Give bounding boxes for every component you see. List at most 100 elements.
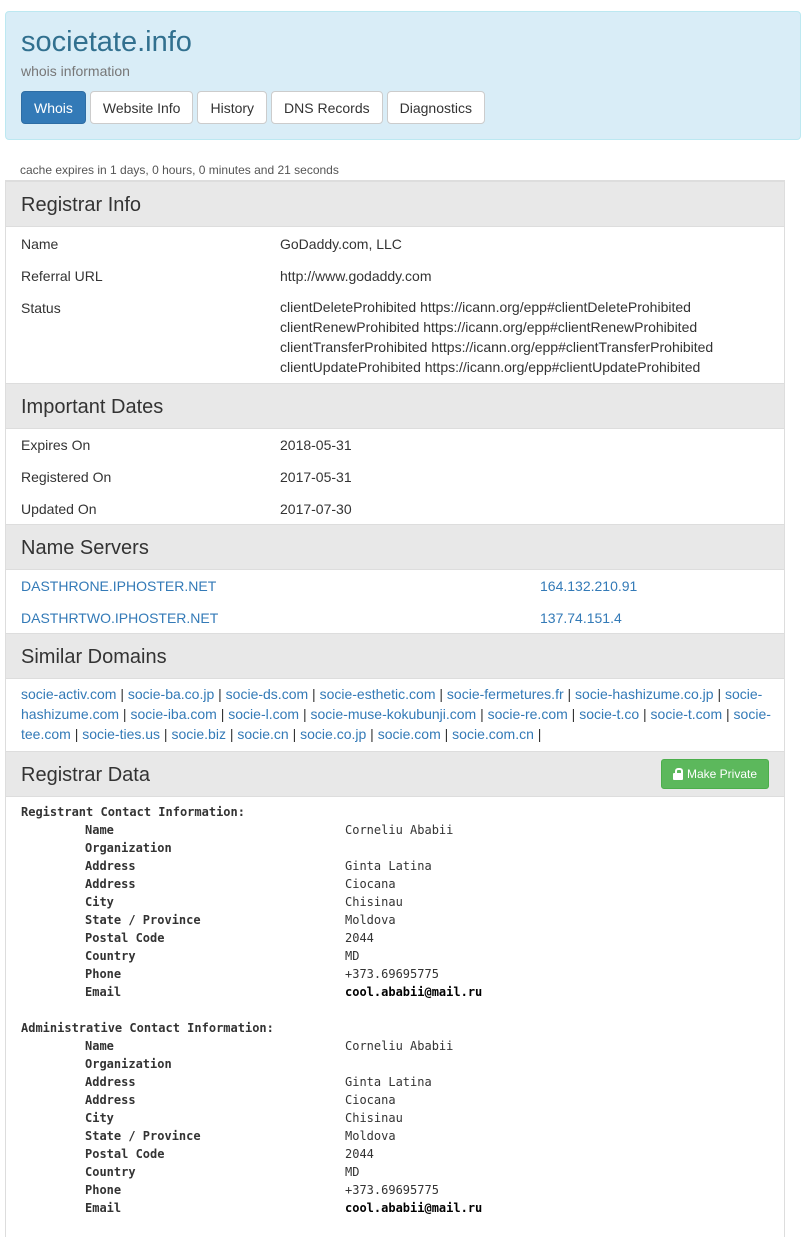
status-label: Status (21, 300, 61, 316)
separator: | (70, 726, 83, 742)
cache-note: cache expires in 1 days, 0 hours, 0 minu… (20, 163, 339, 177)
similar-domain-link[interactable]: socie-t.co (579, 706, 639, 722)
contact-field-label: State / Province (85, 1129, 201, 1143)
contact-field-label: Address (85, 1075, 136, 1089)
referral-url-label: Referral URL (21, 268, 103, 284)
contact-field-label: Email (85, 985, 122, 999)
similar-domain-link[interactable]: socie.com.cn (452, 726, 534, 742)
contact-field-label: Name (85, 823, 114, 837)
contact-field-value: Chisinau (345, 895, 403, 909)
tab-dns-records[interactable]: DNS Records (271, 91, 383, 124)
similar-domain-link[interactable]: socie.co.jp (300, 726, 366, 742)
contact-field-value: Ciocana (345, 877, 396, 891)
separator: | (299, 706, 311, 722)
separator: | (639, 706, 651, 722)
separator: | (116, 686, 128, 702)
separator: | (567, 706, 580, 722)
separator: | (308, 686, 320, 702)
nav-tabs: Whois Website Info History DNS Records D… (21, 91, 485, 124)
registrar-info-heading: Registrar Info (21, 194, 142, 216)
tab-diagnostics[interactable]: Diagnostics (386, 91, 485, 124)
similar-domains-header: Similar Domains (6, 633, 784, 679)
registrant-contact-title: Registrant Contact Information: (21, 805, 245, 819)
name-server-ip-link[interactable]: 164.132.210.91 (540, 578, 637, 594)
registered-value: 2017-05-31 (280, 469, 352, 485)
updated-label: Updated On (21, 501, 97, 517)
name-server-link[interactable]: DASTHRONE.IPHOSTER.NET (21, 578, 216, 594)
contact-field-label: State / Province (85, 913, 201, 927)
name-value: GoDaddy.com, LLC (280, 236, 402, 252)
tab-website-info[interactable]: Website Info (89, 91, 194, 124)
site-header: societate.info whois information Whois W… (5, 11, 801, 140)
contact-email-value: cool.ababii@mail.ru (345, 985, 483, 999)
name-servers-header: Name Servers (6, 524, 784, 570)
similar-domain-link[interactable]: socie-ba.co.jp (128, 686, 214, 702)
similar-domain-link[interactable]: socie.cn (237, 726, 288, 742)
similar-domain-link[interactable]: socie-ties.us (82, 726, 160, 742)
contact-field-value: 2044 (345, 931, 374, 945)
similar-domain-link[interactable]: socie-iba.com (130, 706, 216, 722)
name-servers-heading: Name Servers (21, 537, 149, 559)
similar-domain-link[interactable]: socie-fermetures.fr (447, 686, 564, 702)
similar-domains-heading: Similar Domains (21, 646, 167, 668)
similar-domain-link[interactable]: socie-l.com (228, 706, 299, 722)
contact-field-label: Phone (85, 967, 122, 981)
similar-domain-link[interactable]: socie-esthetic.com (320, 686, 436, 702)
contact-field-label: Email (85, 1201, 122, 1215)
separator: | (440, 726, 453, 742)
contact-field-label: Postal Code (85, 1147, 165, 1161)
site-title[interactable]: societate.info (21, 26, 192, 59)
contact-field-value: Ginta Latina (345, 1075, 432, 1089)
status-values: clientDeleteProhibited https://icann.org… (280, 297, 713, 377)
similar-domain-link[interactable]: socie-re.com (488, 706, 568, 722)
similar-domains-list: socie-activ.com | socie-ba.co.jp | socie… (21, 684, 771, 744)
contact-field-value: 2044 (345, 1147, 374, 1161)
separator: | (563, 686, 576, 702)
status-value: clientUpdateProhibited https://icann.org… (280, 359, 701, 375)
important-dates-header: Important Dates (6, 383, 784, 429)
make-private-button[interactable]: Make Private (661, 759, 769, 789)
contact-field-value: Corneliu Ababii (345, 823, 454, 837)
contact-field-label: Address (85, 859, 136, 873)
contact-field-value: Moldova (345, 913, 396, 927)
contact-field-label: Address (85, 877, 136, 891)
referral-url-value: http://www.godaddy.com (280, 268, 432, 284)
contact-field-label: City (85, 1111, 114, 1125)
separator: | (476, 706, 488, 722)
contact-field-label: Organization (85, 1057, 172, 1071)
status-value: clientTransferProhibited https://icann.o… (280, 339, 714, 355)
similar-domain-link[interactable]: socie-hashizume.co.jp (575, 686, 714, 702)
name-server-ip-link[interactable]: 137.74.151.4 (540, 610, 622, 626)
separator: | (435, 686, 447, 702)
separator: | (160, 726, 172, 742)
similar-domain-link[interactable]: socie.biz (171, 726, 225, 742)
contact-field-value: Ginta Latina (345, 859, 432, 873)
administrative-contact-title: Administrative Contact Information: (21, 1021, 274, 1035)
tab-history[interactable]: History (197, 91, 268, 124)
expires-value: 2018-05-31 (280, 437, 352, 453)
contact-field-label: Name (85, 1039, 114, 1053)
separator: | (533, 726, 542, 742)
similar-domain-link[interactable]: socie-ds.com (226, 686, 308, 702)
whois-panel: Registrar Info Name GoDaddy.com, LLC Ref… (5, 180, 785, 1237)
similar-domain-link[interactable]: socie-muse-kokubunji.com (310, 706, 476, 722)
contact-email-value: cool.ababii@mail.ru (345, 1201, 483, 1215)
contact-field-label: Phone (85, 1183, 122, 1197)
name-label: Name (21, 236, 59, 252)
contact-field-value: Corneliu Ababii (345, 1039, 454, 1053)
similar-domain-link[interactable]: socie-t.com (651, 706, 723, 722)
contact-field-value: MD (345, 949, 360, 963)
site-subtitle: whois information (21, 63, 130, 79)
tab-whois[interactable]: Whois (21, 91, 86, 124)
contact-field-label: Organization (85, 841, 172, 855)
separator: | (214, 686, 226, 702)
make-private-label: Make Private (686, 767, 758, 781)
contact-field-value: +373.69695775 (345, 967, 439, 981)
separator: | (225, 726, 238, 742)
contact-field-value: Moldova (345, 1129, 396, 1143)
separator: | (288, 726, 301, 742)
similar-domain-link[interactable]: socie-activ.com (21, 686, 116, 702)
similar-domain-link[interactable]: socie.com (378, 726, 441, 742)
registered-label: Registered On (21, 469, 112, 485)
name-server-link[interactable]: DASTHRTWO.IPHOSTER.NET (21, 610, 218, 626)
